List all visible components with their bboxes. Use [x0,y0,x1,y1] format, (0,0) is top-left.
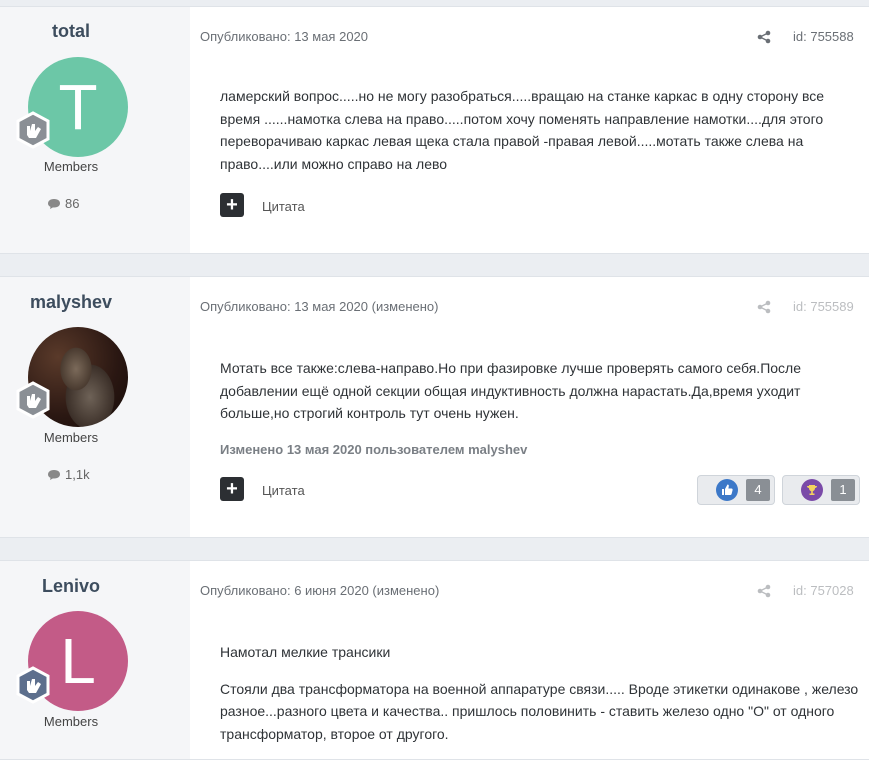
author-panel: total T Members 86 [0,7,190,253]
post-755589: malyshev Members 1,1k Опубликовано: 13 м… [0,276,869,538]
member-role: Members [43,430,99,445]
share-icon[interactable] [757,30,771,44]
post-paragraph: Стояли два трансформатора на военной апп… [220,680,859,742]
thumbs-up-icon [716,479,738,501]
reaction-like[interactable]: 4 [697,475,775,505]
edited-note: Изменено 13 мая 2020 пользователем malys… [220,442,528,457]
member-role: Members [43,714,99,729]
post-755588: total T Members 86 Опубликовано: 13 мая … [0,6,869,254]
post-body: Мотать все также:слева-направо.Но при фа… [220,357,860,425]
share-icon[interactable] [757,300,771,314]
post-paragraph: Намотал мелкие трансики [220,644,391,660]
reaction-count: 4 [746,479,770,501]
post-body: ламерский вопрос.....но не могу разобрат… [220,85,860,175]
post-id[interactable]: id: 755588 [793,29,854,44]
rank-badge-icon [16,381,50,419]
rank-badge-icon [16,666,50,704]
multiquote-button[interactable]: + [220,193,244,217]
quote-button[interactable]: Цитата [262,483,305,498]
post-id[interactable]: id: 755589 [793,299,854,314]
post-count: 86 [47,196,79,211]
post-meta[interactable]: Опубликовано: 13 мая 2020 (изменено) [200,299,438,314]
post-meta[interactable]: Опубликовано: 13 мая 2020 [200,29,368,44]
author-panel: malyshev Members 1,1k [0,277,190,537]
trophy-icon [801,479,823,501]
multiquote-button[interactable]: + [220,477,244,501]
post-count-value: 86 [65,196,80,211]
post-757028: Lenivo L Members Опубликовано: 6 июня 20… [0,560,869,760]
reaction-trophy[interactable]: 1 [782,475,860,505]
post-count: 1,1k [47,467,90,482]
post-paragraph: Мотать все также:слева-направо.Но при фа… [220,360,801,421]
author-name[interactable]: malyshev [0,292,142,313]
quote-button[interactable]: Цитата [262,199,305,214]
comment-icon [48,198,60,209]
author-name[interactable]: Lenivo [0,576,142,597]
author-name[interactable]: total [0,21,142,42]
post-meta[interactable]: Опубликовано: 6 июня 2020 (изменено) [200,583,439,598]
reaction-count: 1 [831,479,855,501]
share-icon[interactable] [757,584,771,598]
comment-icon [48,469,60,480]
post-body: Намотал мелкие трансики Стояли два транс… [220,641,860,745]
author-panel: Lenivo L Members [0,561,190,759]
post-paragraph: ламерский вопрос.....но не могу разобрат… [220,88,825,172]
member-role: Members [43,159,99,174]
rank-badge-icon [16,111,50,149]
post-id[interactable]: id: 757028 [793,583,854,598]
post-count-value: 1,1k [65,467,90,482]
